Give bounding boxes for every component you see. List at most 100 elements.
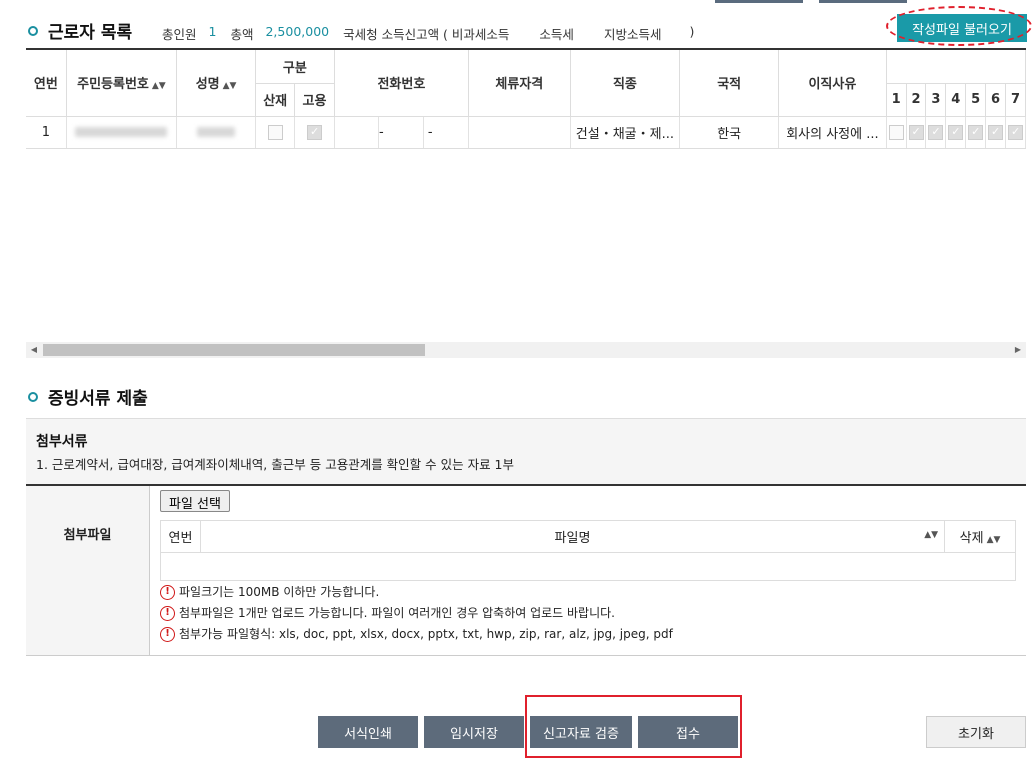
checkbox-sanjae[interactable] [267, 124, 283, 140]
worker-summary: 총인원 1 총액 2,500,000 국세청 소득신고액 ( 비과세소득 소득세… [162, 24, 694, 43]
sort-icon[interactable]: ▲▼ [924, 530, 938, 540]
col-month-3: 3 [925, 83, 947, 117]
warning-icon: ! [160, 606, 175, 621]
cell-month-1[interactable] [886, 116, 907, 149]
file-table: 연번 파일명 ▲▼ 삭제 ▲▼ [160, 520, 1016, 581]
cell-reason[interactable]: 회사의 사정에 ... [778, 116, 887, 149]
col-phone: 전화번호 [334, 50, 470, 117]
scroll-right-icon[interactable]: ▶ [1010, 342, 1026, 358]
checkbox-month[interactable] [908, 124, 924, 140]
choose-file-button[interactable]: 파일 선택 [160, 490, 230, 512]
phone-sep: - [379, 124, 384, 140]
cell-nationality[interactable]: 한국 [679, 116, 780, 149]
cell-residence[interactable] [468, 116, 571, 149]
print-form-button[interactable]: 서식인쇄 [318, 716, 418, 748]
reset-button[interactable]: 초기화 [926, 716, 1026, 748]
col-job: 직종 [570, 50, 681, 117]
bullet-icon [28, 25, 38, 36]
cell-goyong[interactable] [294, 116, 335, 149]
checkbox-month[interactable] [948, 124, 964, 140]
file-label: 첨부파일 [26, 486, 150, 655]
cell-month-5[interactable] [965, 116, 987, 149]
nts-label: 국세청 소득신고액 ( 비과세소득 [343, 27, 510, 42]
scroll-left-icon[interactable]: ◀ [26, 342, 42, 358]
horizontal-scrollbar[interactable]: ◀ ▶ [26, 342, 1026, 358]
col-name[interactable]: 성명 ▲▼ [176, 50, 257, 117]
note-count: ! 첨부파일은 1개만 업로드 가능합니다. 파일이 여러개인 경우 압축하여 업… [160, 605, 1016, 622]
scroll-thumb[interactable] [43, 344, 425, 356]
total-label: 총인원 [162, 27, 197, 42]
top-tab-a[interactable] [715, 0, 803, 3]
checkbox-month[interactable] [888, 124, 904, 140]
col-month-6: 6 [985, 83, 1006, 117]
cell-seq: 1 [26, 116, 67, 149]
col-seq: 연번 [26, 50, 67, 117]
col-months-group [886, 50, 1026, 84]
checkbox-month[interactable] [968, 124, 984, 140]
checkbox-goyong[interactable] [306, 124, 322, 140]
sort-icon[interactable]: ▲▼ [152, 81, 166, 91]
sort-icon[interactable]: ▲▼ [987, 535, 1001, 545]
checkbox-month[interactable] [988, 124, 1003, 140]
cell-job[interactable]: 건설・채굴・제... [570, 116, 681, 149]
checkbox-month[interactable] [1007, 124, 1023, 140]
col-rrn[interactable]: 주민등록번호 ▲▼ [66, 50, 178, 117]
file-col-seq: 연번 [160, 520, 201, 553]
checkbox-month[interactable] [928, 124, 944, 140]
load-file-button[interactable]: 작성파일 불러오기 [897, 14, 1027, 42]
cell-month-6[interactable] [985, 116, 1006, 149]
warning-icon: ! [160, 585, 175, 600]
submit-button[interactable]: 접수 [638, 716, 738, 748]
col-month-2: 2 [906, 83, 927, 117]
local-tax-label: 지방소득세 [603, 27, 662, 42]
worker-table: 연번 주민등록번호 ▲▼ 성명 ▲▼ 구분 전화번호 체류자격 직종 국적 이직사유… [26, 50, 1026, 149]
close-paren: ) [689, 24, 695, 39]
evidence-header: 증빙서류 제출 [28, 384, 148, 409]
col-nationality: 국적 [679, 50, 780, 117]
warning-icon: ! [160, 627, 175, 642]
note-format: ! 첨부가능 파일형식: xls, doc, ppt, xlsx, docx, p… [160, 626, 1016, 643]
evidence-title: 증빙서류 제출 [48, 389, 148, 409]
note-size: ! 파일크기는 100MB 이하만 가능합니다. [160, 584, 1016, 601]
total-value: 1 [208, 24, 217, 39]
phone-part-3[interactable]: - [424, 117, 467, 148]
bullet-icon [28, 391, 38, 402]
income-tax-label: 소득세 [539, 27, 574, 42]
col-category: 구분 [255, 50, 335, 84]
phone-part-1[interactable] [335, 116, 380, 147]
cell-month-3[interactable] [925, 116, 947, 149]
cell-sanjae[interactable] [255, 116, 296, 149]
phone-part-2[interactable]: - [379, 116, 425, 147]
attach-heading: 첨부서류 [36, 434, 88, 450]
worker-list-title: 근로자 목록 [48, 23, 133, 43]
file-content: 파일 선택 연번 파일명 ▲▼ 삭제 ▲▼ ! 파일크기는 100MB 이하만 가능합… [150, 486, 1026, 655]
top-tab-b[interactable] [819, 0, 907, 3]
col-reason: 이직사유 [778, 50, 887, 117]
masked-rrn [75, 127, 168, 137]
masked-name [197, 127, 236, 137]
top-tab-strip [715, 0, 907, 3]
col-month-4: 4 [945, 83, 967, 117]
attach-description: 1. 근로계약서, 급여대장, 급여계좌이체내역, 출근부 등 고용관계를 확인… [36, 457, 515, 472]
file-upload-row: 첨부파일 파일 선택 연번 파일명 ▲▼ 삭제 ▲▼ ! 파일크기는 100MB 이하… [26, 484, 1026, 656]
cell-month-4[interactable] [945, 116, 967, 149]
amount-value: 2,500,000 [265, 24, 330, 39]
cell-month-7[interactable] [1005, 116, 1026, 149]
attach-info-box: 첨부서류 1. 근로계약서, 급여대장, 급여계좌이체내역, 출근부 등 고용관… [26, 418, 1026, 484]
cell-name [176, 116, 257, 149]
col-goyong: 고용 [294, 83, 335, 117]
cell-month-2[interactable] [906, 116, 927, 149]
cell-phone[interactable]: - - [334, 116, 470, 149]
file-empty-row [160, 552, 1016, 581]
worker-list-header: 근로자 목록 [28, 18, 132, 43]
sort-icon[interactable]: ▲▼ [223, 81, 237, 91]
file-col-delete[interactable]: 삭제 ▲▼ [944, 520, 1016, 553]
col-residence: 체류자격 [468, 50, 571, 117]
verify-button[interactable]: 신고자료 검증 [530, 716, 632, 748]
temp-save-button[interactable]: 임시저장 [424, 716, 524, 748]
col-month-5: 5 [965, 83, 987, 117]
amount-label: 총액 [230, 27, 254, 42]
file-col-filename[interactable]: 파일명 ▲▼ [199, 520, 946, 553]
col-month-1: 1 [886, 83, 907, 117]
table-row[interactable]: 1 - - 건설・채굴・제... 한국 회사의 사정에 ... [26, 116, 1026, 149]
